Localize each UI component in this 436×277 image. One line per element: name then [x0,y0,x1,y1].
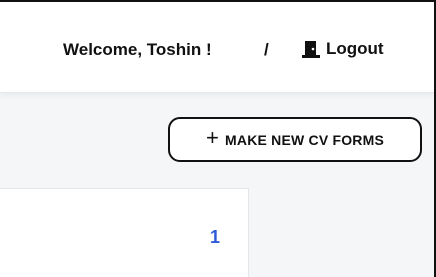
header-divider [0,92,434,93]
welcome-message: Welcome, Toshin ! [63,40,212,59]
cv-forms-card[interactable]: 1 [0,188,249,277]
app-frame: Welcome, Toshin ! / Logout + MAKE NEW CV… [0,0,436,277]
top-header: Welcome, Toshin ! / Logout [0,2,434,92]
door-exit-icon [302,40,320,59]
cv-forms-count: 1 [209,227,220,247]
make-new-cv-forms-label: MAKE NEW CV FORMS [225,131,384,148]
logout-label: Logout [326,39,384,58]
header-separator: / [264,40,269,59]
logout-link[interactable]: Logout [302,39,384,59]
plus-icon: + [205,125,220,150]
make-new-cv-forms-button[interactable]: + MAKE NEW CV FORMS [168,117,422,162]
